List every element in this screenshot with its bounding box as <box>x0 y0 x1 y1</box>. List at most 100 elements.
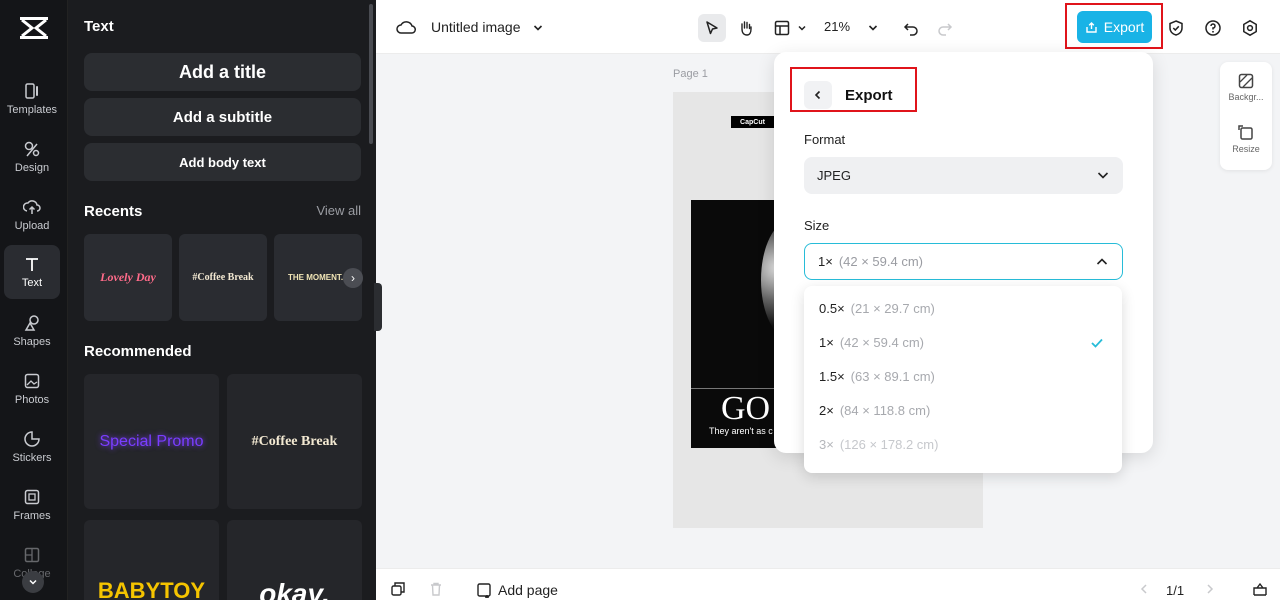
size-option-scale: 1.5× <box>819 369 845 384</box>
document-title[interactable]: Untitled image <box>431 19 521 35</box>
undo-icon <box>903 23 918 36</box>
size-select[interactable]: 1× (42 × 59.4 cm) <box>804 243 1123 280</box>
size-option-dims: (84 × 118.8 cm) <box>839 403 931 418</box>
layout-icon <box>774 20 790 36</box>
add-subtitle-button[interactable]: Add a subtitle <box>84 98 361 136</box>
hand-icon <box>741 21 752 36</box>
select-tool-button[interactable] <box>698 14 726 42</box>
rail-item-design[interactable]: Design <box>4 130 60 184</box>
add-body-text-button[interactable]: Add body text <box>84 143 361 181</box>
recommended-okay[interactable]: okay. <box>227 520 362 600</box>
collapse-panel-handle[interactable] <box>374 283 382 331</box>
settings-button[interactable] <box>1236 14 1264 42</box>
rail-item-stickers[interactable]: Stickers <box>4 420 60 474</box>
rail-label: Shapes <box>13 336 51 348</box>
next-page-button[interactable] <box>1196 575 1224 600</box>
add-page-button[interactable]: Add page <box>476 582 558 598</box>
prev-page-button[interactable] <box>1130 575 1158 600</box>
text-icon <box>26 258 38 271</box>
export-button[interactable]: Export <box>1077 11 1152 43</box>
frames-icon <box>24 489 40 505</box>
background-icon <box>1238 73 1254 89</box>
photos-icon <box>24 373 40 389</box>
size-option-1-5x[interactable]: 1.5× (63 × 89.1 cm) <box>819 369 935 384</box>
chevron-left-icon <box>1140 584 1147 594</box>
size-option-dims: (126 × 178.2 cm) <box>839 437 939 452</box>
redo-icon <box>938 23 953 36</box>
view-all-link[interactable]: View all <box>316 203 361 218</box>
security-button[interactable] <box>1162 14 1190 42</box>
size-label: Size <box>804 218 830 233</box>
page-label: Page 1 <box>673 68 708 80</box>
cloud-save-icon[interactable] <box>392 14 420 42</box>
recommended-special-promo[interactable]: Special Promo <box>84 374 219 509</box>
stickers-icon <box>24 431 40 447</box>
resize-icon <box>1238 125 1253 140</box>
resize-tool-label: Resize <box>1232 144 1260 154</box>
recommended-heading: Recommended <box>84 343 192 360</box>
rail-item-upload[interactable]: Upload <box>4 188 60 242</box>
recent-text-label: #Coffee Break <box>192 272 254 283</box>
size-option-scale: 3× <box>819 437 834 452</box>
rail-label: Upload <box>14 220 50 232</box>
help-button[interactable] <box>1199 14 1227 42</box>
capcut-editor: Templates Design Upload Text Shapes Phot… <box>0 0 1280 600</box>
recent-text-coffee-break[interactable]: #Coffee Break <box>179 234 267 321</box>
back-button[interactable] <box>804 81 832 109</box>
layout-button[interactable] <box>768 14 796 42</box>
size-option-0-5x[interactable]: 0.5× (21 × 29.7 cm) <box>819 301 935 316</box>
left-rail: Templates Design Upload Text Shapes Phot… <box>0 0 68 600</box>
export-icon <box>1086 21 1097 33</box>
delete-page-button[interactable] <box>422 575 450 600</box>
chevron-down-icon <box>29 579 37 585</box>
add-title-button[interactable]: Add a title <box>84 53 361 91</box>
format-select[interactable]: JPEG <box>804 157 1123 194</box>
size-option-dims: (63 × 89.1 cm) <box>850 369 935 384</box>
brand-tag[interactable]: CapCut <box>731 116 774 128</box>
chevron-down-icon[interactable] <box>524 14 552 42</box>
size-option-3x[interactable]: 3× (126 × 178.2 cm) <box>819 437 938 452</box>
recent-text-label: THE MOMENT. <box>288 273 344 282</box>
zoom-level[interactable]: 21% <box>824 19 850 34</box>
resize-tool[interactable]: Resize <box>1220 124 1272 154</box>
zoom-dropdown-chevron-icon[interactable] <box>859 14 887 42</box>
chevron-left-icon <box>814 90 821 100</box>
panel-scrollbar[interactable] <box>369 4 373 144</box>
pages-panel-button[interactable] <box>1246 575 1274 600</box>
undo-button[interactable] <box>897 14 925 42</box>
recents-next-button[interactable]: › <box>343 268 363 288</box>
rail-item-shapes[interactable]: Shapes <box>4 304 60 358</box>
size-option-1x[interactable]: 1× (42 × 59.4 cm) <box>819 335 924 350</box>
size-option-2x[interactable]: 2× (84 × 118.8 cm) <box>819 403 930 418</box>
shield-check-icon <box>1169 20 1183 36</box>
recommended-babytoy[interactable]: BABYTOY <box>84 520 219 600</box>
format-value: JPEG <box>817 168 851 183</box>
shapes-icon <box>24 315 39 331</box>
chevron-up-icon <box>1096 258 1108 265</box>
size-option-dims: (42 × 59.4 cm) <box>839 335 925 350</box>
hand-tool-button[interactable] <box>732 14 760 42</box>
rail-item-text[interactable]: Text <box>4 245 60 299</box>
duplicate-page-button[interactable] <box>384 575 412 600</box>
recommended-coffee-break[interactable]: #Coffee Break <box>227 374 362 509</box>
recent-text-lovely-day[interactable]: Lovely Day <box>84 234 172 321</box>
background-tool[interactable]: Backgr... <box>1220 72 1272 102</box>
templates-icon <box>25 83 38 99</box>
rail-item-templates[interactable]: Templates <box>4 72 60 126</box>
rail-label: Templates <box>6 104 58 116</box>
add-page-icon <box>477 583 491 598</box>
design-icon <box>24 141 40 157</box>
rail-item-photos[interactable]: Photos <box>4 362 60 416</box>
pages-icon <box>1253 582 1267 596</box>
rail-label: Text <box>21 277 43 289</box>
rail-item-frames[interactable]: Frames <box>4 478 60 532</box>
rail-label: Stickers <box>12 452 52 464</box>
chevron-down-icon[interactable] <box>794 14 810 42</box>
capcut-logo-icon[interactable] <box>18 14 50 42</box>
help-icon <box>1205 20 1221 36</box>
redo-button[interactable] <box>931 14 959 42</box>
rail-label: Design <box>14 162 50 174</box>
chevron-right-icon <box>1207 584 1214 594</box>
gear-icon <box>1243 19 1257 37</box>
rail-more-button[interactable] <box>22 571 44 593</box>
